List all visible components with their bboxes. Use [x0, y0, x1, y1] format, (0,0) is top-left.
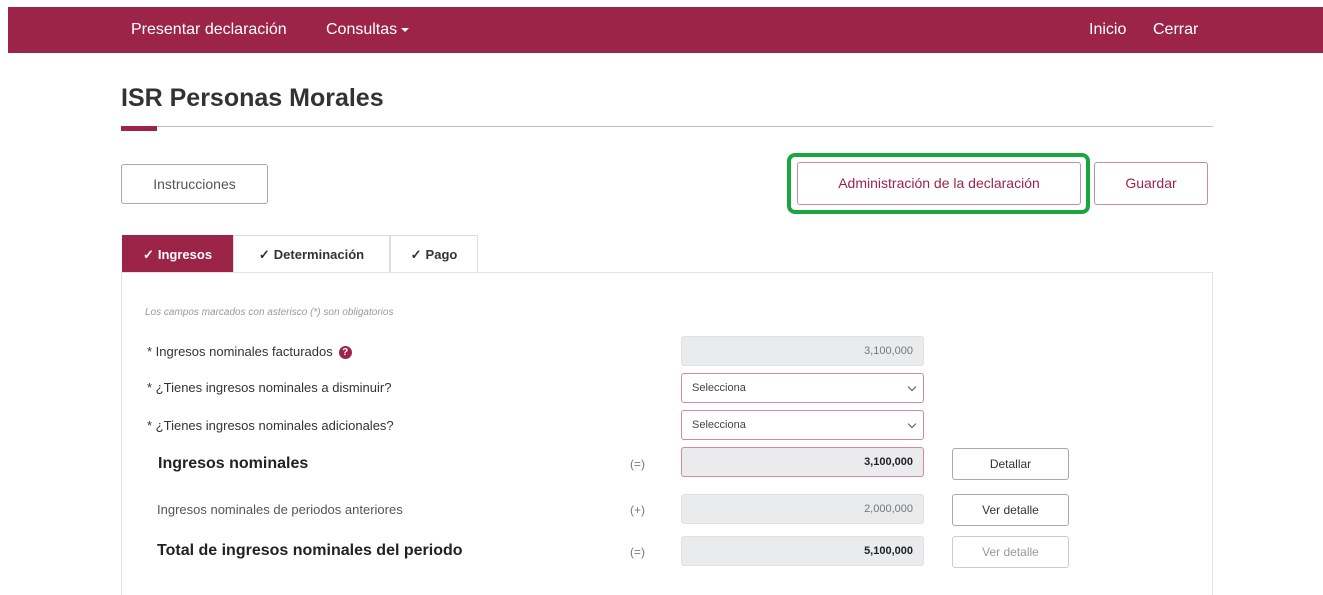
nav-consultas-label: Consultas	[326, 21, 398, 38]
nav-inicio[interactable]: Inicio	[1089, 7, 1126, 53]
tab-pago[interactable]: ✓ Pago	[390, 235, 478, 273]
periodos-anteriores-label: Ingresos nominales de periodos anteriore…	[157, 502, 403, 517]
ingresos-disminuir-label: * ¿Tienes ingresos nominales a disminuir…	[147, 380, 392, 395]
ingresos-disminuir-value: Selecciona	[692, 382, 746, 394]
total-ingresos-label: Total de ingresos nominales del periodo	[157, 542, 463, 559]
tab-determinacion[interactable]: ✓ Determinación	[233, 235, 390, 273]
question-circle-icon[interactable]: ?	[338, 346, 352, 360]
administracion-declaracion-button[interactable]: Administración de la declaración	[797, 162, 1081, 205]
ingresos-nominales-sign: (=)	[630, 457, 645, 471]
ingresos-nominales-field: 3,100,000	[681, 447, 924, 477]
tab-ingresos-label: Ingresos	[157, 247, 213, 262]
check-icon: ✓	[410, 247, 422, 262]
required-fields-note: Los campos marcados con asterisco (*) so…	[145, 307, 394, 318]
ingresos-facturados-label: * Ingresos nominales facturados?	[147, 344, 352, 360]
check-icon: ✓	[142, 247, 154, 262]
nav-presentar-declaracion[interactable]: Presentar declaración	[131, 7, 287, 53]
chevron-down-icon	[907, 419, 917, 429]
ingresos-facturados-field: 3,100,000	[681, 336, 924, 366]
ingresos-facturados-text: * Ingresos nominales facturados	[147, 344, 333, 359]
chevron-down-icon	[907, 382, 917, 392]
title-accent-bar	[121, 126, 157, 131]
total-ingresos-field: 5,100,000	[681, 536, 924, 566]
ingresos-adicionales-label: * ¿Tienes ingresos nominales adicionales…	[147, 418, 394, 433]
tab-ingresos[interactable]: ✓ Ingresos	[122, 235, 233, 273]
tab-determinacion-label: Determinación	[273, 247, 365, 262]
caret-down-icon	[401, 27, 410, 32]
page-title: ISR Personas Morales	[121, 84, 384, 112]
title-divider	[121, 126, 1213, 127]
nav-consultas[interactable]: Consultas	[326, 7, 410, 53]
guardar-button[interactable]: Guardar	[1094, 162, 1208, 205]
detallar-button[interactable]: Detallar	[952, 448, 1069, 480]
ingresos-adicionales-select[interactable]: Selecciona	[681, 410, 924, 440]
ver-detalle-button[interactable]: Ver detalle	[952, 494, 1069, 526]
instrucciones-button[interactable]: Instrucciones	[121, 164, 268, 204]
top-navbar: Presentar declaración Consultas Inicio C…	[8, 7, 1323, 53]
tab-pago-label: Pago	[425, 247, 458, 262]
periodos-anteriores-field: 2,000,000	[681, 494, 924, 524]
nav-cerrar[interactable]: Cerrar	[1153, 7, 1198, 53]
total-ingresos-sign: (=)	[630, 545, 645, 559]
periodos-anteriores-sign: (+)	[630, 503, 645, 517]
ingresos-adicionales-value: Selecciona	[692, 419, 746, 431]
ver-detalle-total-button[interactable]: Ver detalle	[952, 536, 1069, 568]
ingresos-nominales-label: Ingresos nominales	[158, 455, 309, 472]
ingresos-disminuir-select[interactable]: Selecciona	[681, 373, 924, 403]
check-icon: ✓	[258, 247, 270, 262]
